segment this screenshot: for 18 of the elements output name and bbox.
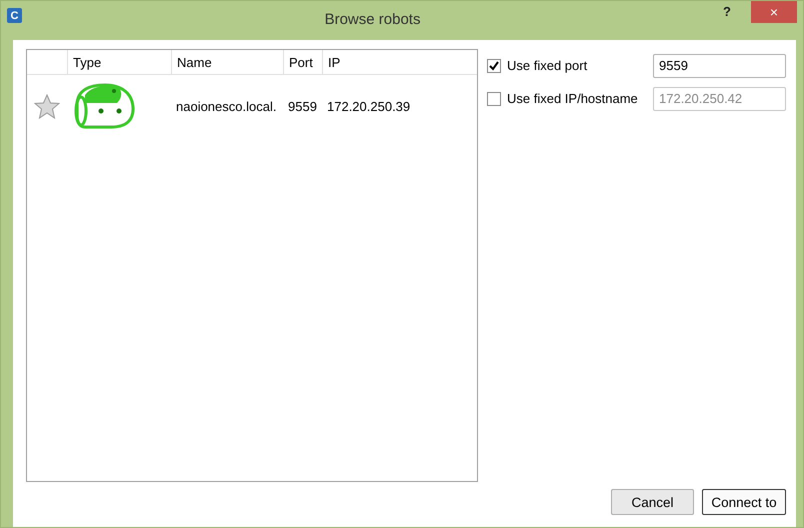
column-header[interactable]: Name bbox=[171, 50, 283, 74]
star-icon[interactable] bbox=[34, 94, 60, 118]
robot-ip: 172.20.250.39 bbox=[326, 98, 412, 114]
checkbox-label[interactable]: Use fixed port bbox=[507, 58, 588, 73]
help-button[interactable]: ? bbox=[723, 4, 731, 19]
column-header[interactable]: Port bbox=[283, 50, 322, 74]
cancel-button[interactable]: Cancel bbox=[611, 489, 694, 515]
column-header[interactable]: IP bbox=[322, 50, 477, 74]
window-title: Browse robots bbox=[324, 11, 422, 28]
connect-button[interactable]: Connect to bbox=[702, 489, 786, 515]
robot-name: naoionesco.local. bbox=[175, 98, 278, 114]
input-field[interactable]: 9559 bbox=[653, 54, 786, 78]
robot-port: 9559 bbox=[287, 98, 318, 114]
column-header[interactable]: Type bbox=[67, 50, 171, 74]
app-icon: C bbox=[7, 8, 22, 23]
robot-row[interactable]: naoionesco.local. 9559 172.20.250.39 bbox=[27, 75, 477, 137]
checkbox[interactable] bbox=[487, 58, 501, 72]
close-button[interactable]: × bbox=[751, 0, 797, 22]
